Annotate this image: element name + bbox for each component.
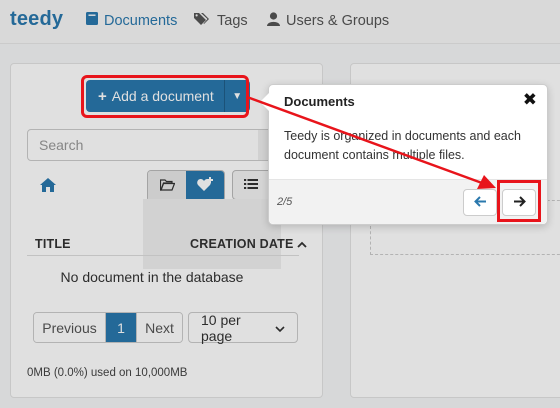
annotation-arrow: [246, 95, 496, 189]
